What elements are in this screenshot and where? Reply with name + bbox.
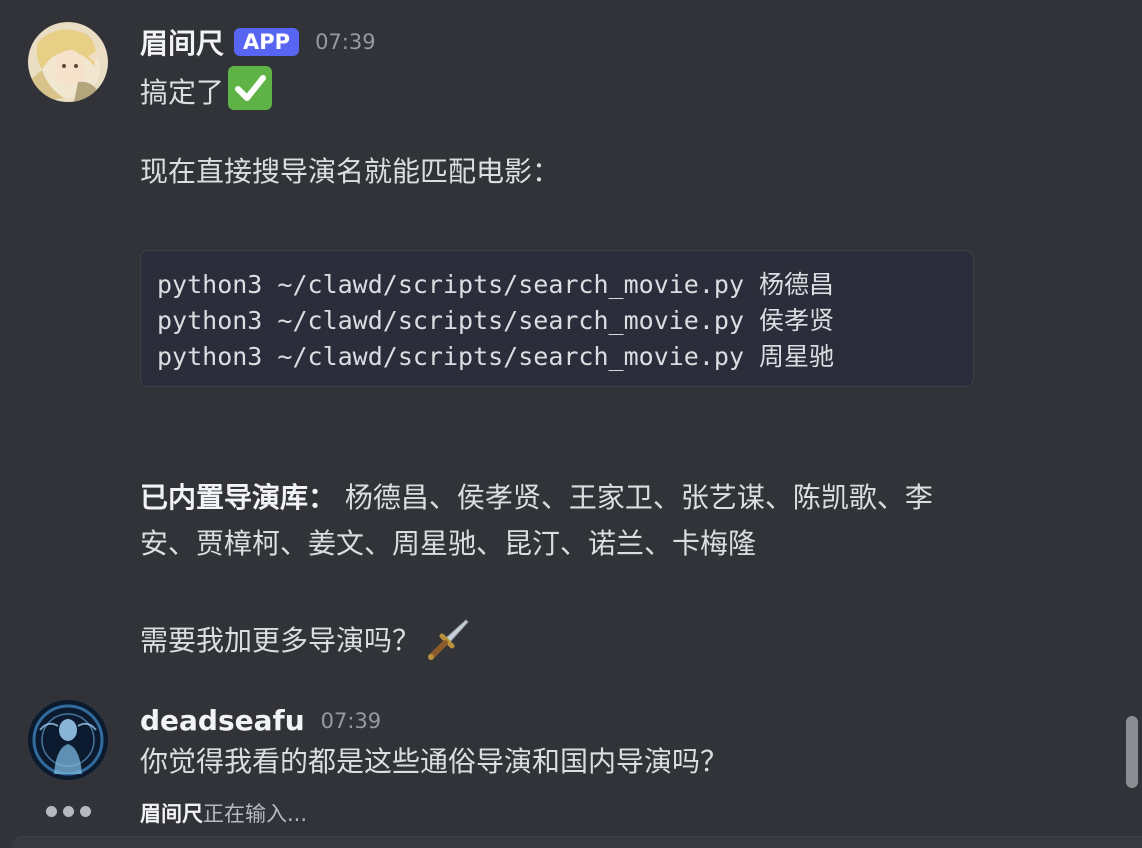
check-mark-icon xyxy=(228,66,273,110)
code-block[interactable]: python3 ~/clawd/scripts/search_movie.py … xyxy=(140,250,974,387)
code-line: python3 ~/clawd/scripts/search_movie.py … xyxy=(157,306,835,335)
message-header-user: deadseafu 07:39 xyxy=(140,704,381,737)
director-list-text: 杨德昌、侯孝贤、王家卫、张艺谋、陈凯歌、李 xyxy=(336,481,933,514)
typing-indicator: 眉间尺正在输入... xyxy=(140,798,307,828)
typing-dots-icon xyxy=(46,806,91,817)
dagger-icon xyxy=(426,616,470,667)
message-text-line: 搞定了 xyxy=(140,66,273,110)
username-user[interactable]: deadseafu xyxy=(140,704,305,737)
director-list-label: 已内置导演库： xyxy=(140,481,337,514)
message-input-box[interactable] xyxy=(12,836,1142,848)
username-bot[interactable]: 眉间尺 xyxy=(140,22,224,62)
done-text: 搞定了 xyxy=(140,76,225,109)
avatar-user[interactable] xyxy=(28,700,108,780)
typing-suffix: 正在输入... xyxy=(203,802,308,826)
message-text-line: 现在直接搜导演名就能匹配电影： xyxy=(140,155,561,188)
message-text-line: 你觉得我看的都是这些通俗导演和国内导演吗？ xyxy=(140,745,729,778)
question-text: 需要我加更多导演吗？ xyxy=(140,624,421,657)
timestamp[interactable]: 07:39 xyxy=(321,709,382,733)
app-badge: APP xyxy=(234,28,300,56)
avatar-bot[interactable] xyxy=(28,22,108,102)
message-text-line: 需要我加更多导演吗？ xyxy=(140,616,470,667)
scrollbar-thumb[interactable] xyxy=(1126,716,1138,788)
director-list-line: 安、贾樟柯、姜文、周星驰、昆汀、诺兰、卡梅隆 xyxy=(140,527,757,560)
chat-area: 眉间尺 APP 07:39 搞定了 现在直接搜导演名就能匹配电影： python… xyxy=(0,0,1142,848)
typing-name: 眉间尺 xyxy=(140,802,203,826)
code-line: python3 ~/clawd/scripts/search_movie.py … xyxy=(157,270,835,299)
director-list-line: 已内置导演库： 杨德昌、侯孝贤、王家卫、张艺谋、陈凯歌、李 xyxy=(140,482,933,514)
timestamp[interactable]: 07:39 xyxy=(315,30,376,54)
message-header-bot: 眉间尺 APP 07:39 xyxy=(140,22,376,62)
code-line: python3 ~/clawd/scripts/search_movie.py … xyxy=(157,342,835,371)
